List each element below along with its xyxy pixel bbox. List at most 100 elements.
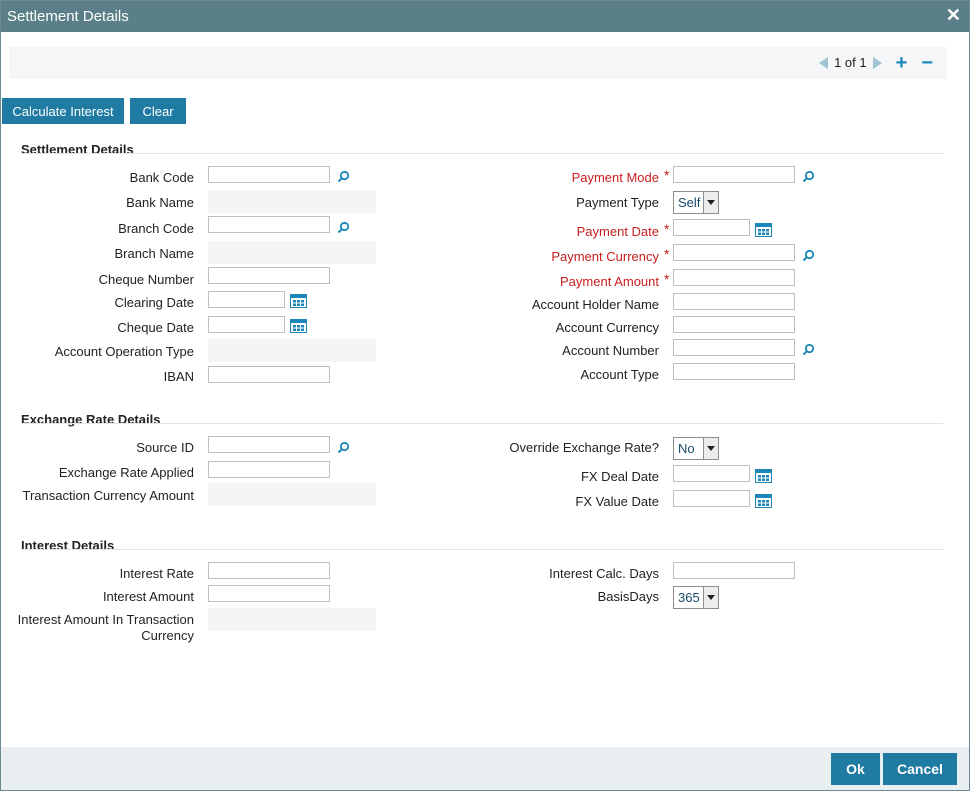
fx-value-date-calendar-icon[interactable] bbox=[755, 494, 772, 508]
section-divider bbox=[21, 549, 943, 550]
cheque-number-input[interactable] bbox=[208, 267, 330, 284]
remove-record-icon[interactable]: − bbox=[921, 53, 933, 73]
clearing-date-calendar-icon[interactable] bbox=[290, 294, 307, 308]
exchange-rate-applied-input[interactable] bbox=[208, 461, 330, 478]
bank-name-label: Bank Name bbox=[126, 195, 194, 210]
interest-section-title: Interest Details bbox=[21, 538, 115, 553]
clear-button[interactable]: Clear bbox=[130, 98, 186, 124]
next-record-icon[interactable] bbox=[872, 56, 882, 69]
interest-calc-days-label: Interest Calc. Days bbox=[549, 566, 659, 581]
interest-amount-txn-field bbox=[208, 608, 376, 631]
bank-code-search-icon[interactable] bbox=[337, 170, 350, 183]
branch-name-label: Branch Name bbox=[114, 246, 194, 261]
account-number-input[interactable] bbox=[673, 339, 795, 356]
clearing-date-label: Clearing Date bbox=[114, 295, 195, 310]
bank-code-label: Bank Code bbox=[129, 170, 194, 185]
account-type-input[interactable] bbox=[673, 363, 795, 380]
account-operation-type-label: Account Operation Type bbox=[54, 344, 194, 359]
payment-mode-input[interactable] bbox=[673, 166, 795, 183]
source-id-search-icon[interactable] bbox=[337, 441, 350, 454]
fx-deal-date-calendar-icon[interactable] bbox=[755, 469, 772, 483]
transaction-currency-amount-field bbox=[208, 483, 376, 506]
chevron-down-icon[interactable] bbox=[703, 438, 718, 459]
exchange-rate-applied-label: Exchange Rate Applied bbox=[58, 465, 194, 480]
account-number-label: Account Number bbox=[562, 343, 659, 358]
account-holder-name-input[interactable] bbox=[673, 293, 795, 310]
cheque-date-input[interactable] bbox=[208, 316, 285, 333]
required-marker: * bbox=[664, 221, 670, 237]
page-indicator: 1 of 1 bbox=[834, 55, 867, 70]
required-marker: * bbox=[664, 271, 670, 287]
title-bar: Settlement Details ✕ bbox=[1, 1, 969, 32]
record-navigation-bar: 1 of 1 + − bbox=[9, 47, 947, 79]
basis-days-select[interactable]: 365 bbox=[673, 586, 719, 609]
fx-value-date-label: FX Value Date bbox=[575, 494, 659, 509]
source-id-label: Source ID bbox=[136, 440, 194, 455]
interest-amount-label: Interest Amount bbox=[102, 589, 194, 604]
source-id-input[interactable] bbox=[208, 436, 330, 453]
settlement-section-title: Settlement Details bbox=[21, 142, 134, 157]
exchange-section-title: Exchange Rate Details bbox=[21, 412, 161, 427]
account-currency-input[interactable] bbox=[673, 316, 795, 333]
calculate-interest-button[interactable]: Calculate Interest bbox=[2, 98, 124, 124]
interest-amount-txn-label-line1: Interest Amount In Transaction bbox=[17, 612, 194, 627]
payment-date-input[interactable] bbox=[673, 219, 750, 236]
branch-name-field bbox=[208, 241, 376, 264]
fx-value-date-input[interactable] bbox=[673, 490, 750, 507]
payment-mode-search-icon[interactable] bbox=[802, 170, 815, 183]
interest-calc-days-input[interactable] bbox=[673, 562, 795, 579]
payment-date-calendar-icon[interactable] bbox=[755, 223, 772, 237]
basis-days-label: BasisDays bbox=[597, 589, 659, 604]
cheque-date-calendar-icon[interactable] bbox=[290, 319, 307, 333]
basis-days-value: 365 bbox=[678, 590, 700, 605]
transaction-currency-amount-label: Transaction Currency Amount bbox=[22, 488, 194, 503]
section-divider bbox=[21, 423, 943, 424]
override-exchange-rate-select[interactable]: No bbox=[673, 437, 719, 460]
account-number-search-icon[interactable] bbox=[802, 343, 815, 356]
payment-date-label: Payment Date bbox=[576, 224, 659, 239]
interest-rate-input[interactable] bbox=[208, 562, 330, 579]
payment-amount-label: Payment Amount bbox=[560, 274, 659, 289]
branch-code-label: Branch Code bbox=[118, 221, 194, 236]
section-divider bbox=[21, 153, 943, 154]
required-marker: * bbox=[664, 246, 670, 262]
interest-rate-label: Interest Rate bbox=[119, 566, 194, 581]
iban-input[interactable] bbox=[208, 366, 330, 383]
ok-button[interactable]: Ok bbox=[831, 753, 880, 785]
override-exchange-rate-value: No bbox=[678, 441, 695, 456]
iban-label: IBAN bbox=[163, 369, 194, 384]
fx-deal-date-input[interactable] bbox=[673, 465, 750, 482]
chevron-down-icon[interactable] bbox=[703, 587, 718, 608]
cancel-button[interactable]: Cancel bbox=[883, 753, 957, 785]
bank-name-field bbox=[208, 190, 376, 213]
payment-currency-label: Payment Currency bbox=[551, 249, 659, 264]
cheque-date-label: Cheque Date bbox=[117, 320, 194, 335]
bank-code-input[interactable] bbox=[208, 166, 330, 183]
payment-mode-label: Payment Mode bbox=[571, 170, 659, 185]
account-currency-label: Account Currency bbox=[555, 320, 659, 335]
add-record-icon[interactable]: + bbox=[896, 53, 908, 73]
fx-deal-date-label: FX Deal Date bbox=[580, 469, 659, 484]
dialog-footer: Ok Cancel bbox=[1, 747, 969, 790]
payment-type-value: Self bbox=[678, 195, 701, 210]
branch-code-search-icon[interactable] bbox=[337, 221, 350, 234]
payment-currency-search-icon[interactable] bbox=[802, 249, 815, 262]
pager: 1 of 1 + − bbox=[819, 53, 933, 73]
account-holder-name-label: Account Holder Name bbox=[531, 297, 659, 312]
interest-amount-txn-label-line2: Currency bbox=[141, 628, 194, 643]
payment-currency-input[interactable] bbox=[673, 244, 795, 261]
dialog-title: Settlement Details bbox=[7, 8, 129, 25]
override-exchange-rate-label: Override Exchange Rate? bbox=[509, 440, 659, 455]
chevron-down-icon[interactable] bbox=[703, 192, 718, 213]
interest-amount-input[interactable] bbox=[208, 585, 330, 602]
close-icon[interactable]: ✕ bbox=[946, 5, 961, 26]
previous-record-icon[interactable] bbox=[819, 56, 829, 69]
payment-amount-input[interactable] bbox=[673, 269, 795, 286]
branch-code-input[interactable] bbox=[208, 216, 330, 233]
account-type-label: Account Type bbox=[580, 367, 659, 382]
payment-type-select[interactable]: Self bbox=[673, 191, 719, 214]
settlement-details-dialog: Settlement Details ✕ 1 of 1 + − Calculat… bbox=[0, 0, 970, 791]
payment-type-label: Payment Type bbox=[576, 195, 659, 210]
clearing-date-input[interactable] bbox=[208, 291, 285, 308]
account-operation-type-field bbox=[208, 339, 376, 362]
